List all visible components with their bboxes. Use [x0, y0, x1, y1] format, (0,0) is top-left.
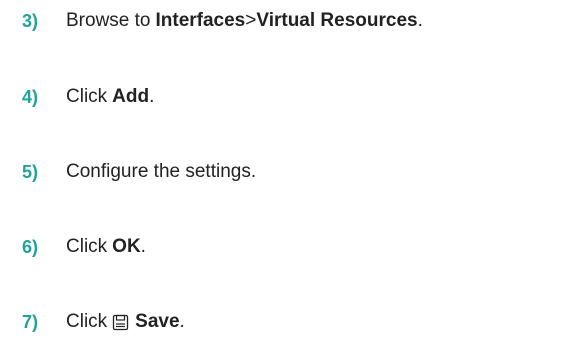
step-prefix: Click: [66, 311, 108, 332]
step-text: Browse to Interfaces > Virtual Resources…: [66, 6, 423, 36]
step-prefix: Click: [66, 236, 108, 257]
step-number: 3): [22, 11, 39, 31]
step-number: 4): [22, 87, 39, 107]
step-number: 7): [22, 312, 39, 332]
step-suffix: .: [179, 311, 185, 332]
step-text: Click Save .: [66, 307, 185, 337]
step-prefix: Click: [66, 86, 108, 107]
ok-button-label: OK: [112, 236, 141, 257]
path-separator: >: [245, 10, 257, 31]
step-item: 6) Click OK .: [22, 232, 146, 262]
save-button-label: Save: [135, 311, 180, 332]
menu-path-virtual-resources: Virtual Resources: [256, 10, 418, 31]
step-number: 5): [22, 162, 39, 182]
add-button-label: Add: [112, 86, 150, 107]
step-item: 3) Browse to Interfaces > Virtual Resour…: [22, 6, 423, 36]
step-prefix: Browse to: [66, 10, 151, 31]
step-suffix: .: [140, 236, 146, 257]
step-suffix: .: [149, 86, 155, 107]
save-icon: [112, 314, 129, 331]
step-text: Click OK .: [66, 232, 146, 262]
step-text: Configure the settings.: [66, 161, 257, 182]
menu-path-interfaces: Interfaces: [155, 10, 246, 31]
step-number: 6): [22, 237, 39, 257]
steps-list: 3) Browse to Interfaces > Virtual Resour…: [0, 0, 581, 337]
step-item: 4) Click Add .: [22, 82, 154, 112]
step-suffix: .: [417, 10, 423, 31]
step-item: 5) Configure the settings.: [22, 157, 256, 187]
step-text: Click Add .: [66, 82, 154, 112]
step-item: 7) Click Save .: [22, 307, 185, 337]
